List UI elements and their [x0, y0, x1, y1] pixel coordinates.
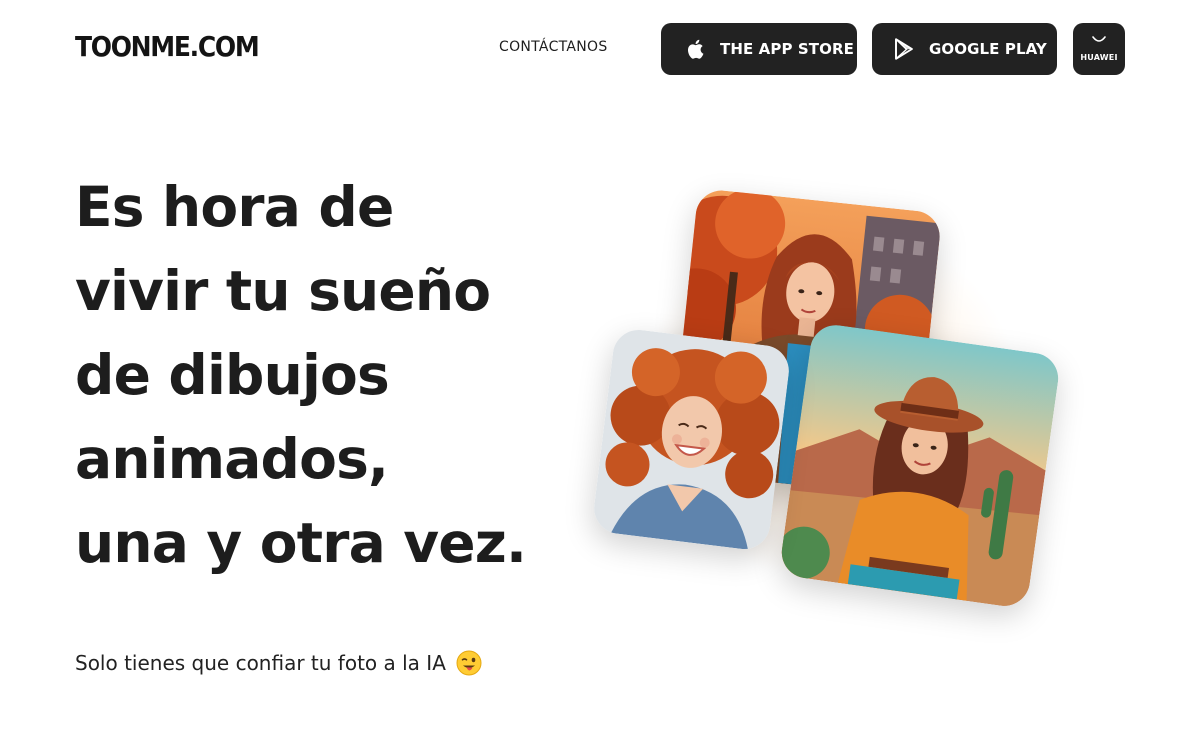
cartoon-woman-desert-hat [778, 321, 1062, 610]
headline-line: animados, [75, 427, 389, 491]
subline-text: Solo tienes que confiar tu foto a la IA [75, 651, 446, 675]
photo-woman-curly-red-hair [591, 326, 792, 553]
google-play-button[interactable]: GOOGLE PLAY [872, 23, 1057, 75]
huawei-label: HUAWEI [1080, 53, 1118, 62]
hero-headline: Es hora de vivir tu sueño de dibujos ani… [75, 165, 595, 585]
google-play-label: GOOGLE PLAY [929, 40, 1047, 58]
app-store-label: THE APP STORE [720, 40, 854, 58]
headline-line: Es hora de [75, 175, 394, 239]
hero-subline: Solo tienes que confiar tu foto a la IA [75, 650, 482, 676]
site-logo[interactable]: TOONME.COM [75, 30, 260, 62]
huawei-appgallery-icon [1091, 31, 1107, 50]
huawei-appgallery-button[interactable]: HUAWEI [1073, 23, 1125, 75]
google-play-icon [894, 38, 914, 60]
winking-tongue-emoji-icon [456, 650, 482, 676]
headline-line: una y otra vez. [75, 511, 527, 575]
headline-line: de dibujos [75, 343, 390, 407]
app-store-button[interactable]: THE APP STORE [661, 23, 857, 75]
contact-link[interactable]: CONTÁCTANOS [499, 39, 608, 55]
headline-line: vivir tu sueño [75, 259, 491, 323]
apple-icon [685, 39, 705, 59]
